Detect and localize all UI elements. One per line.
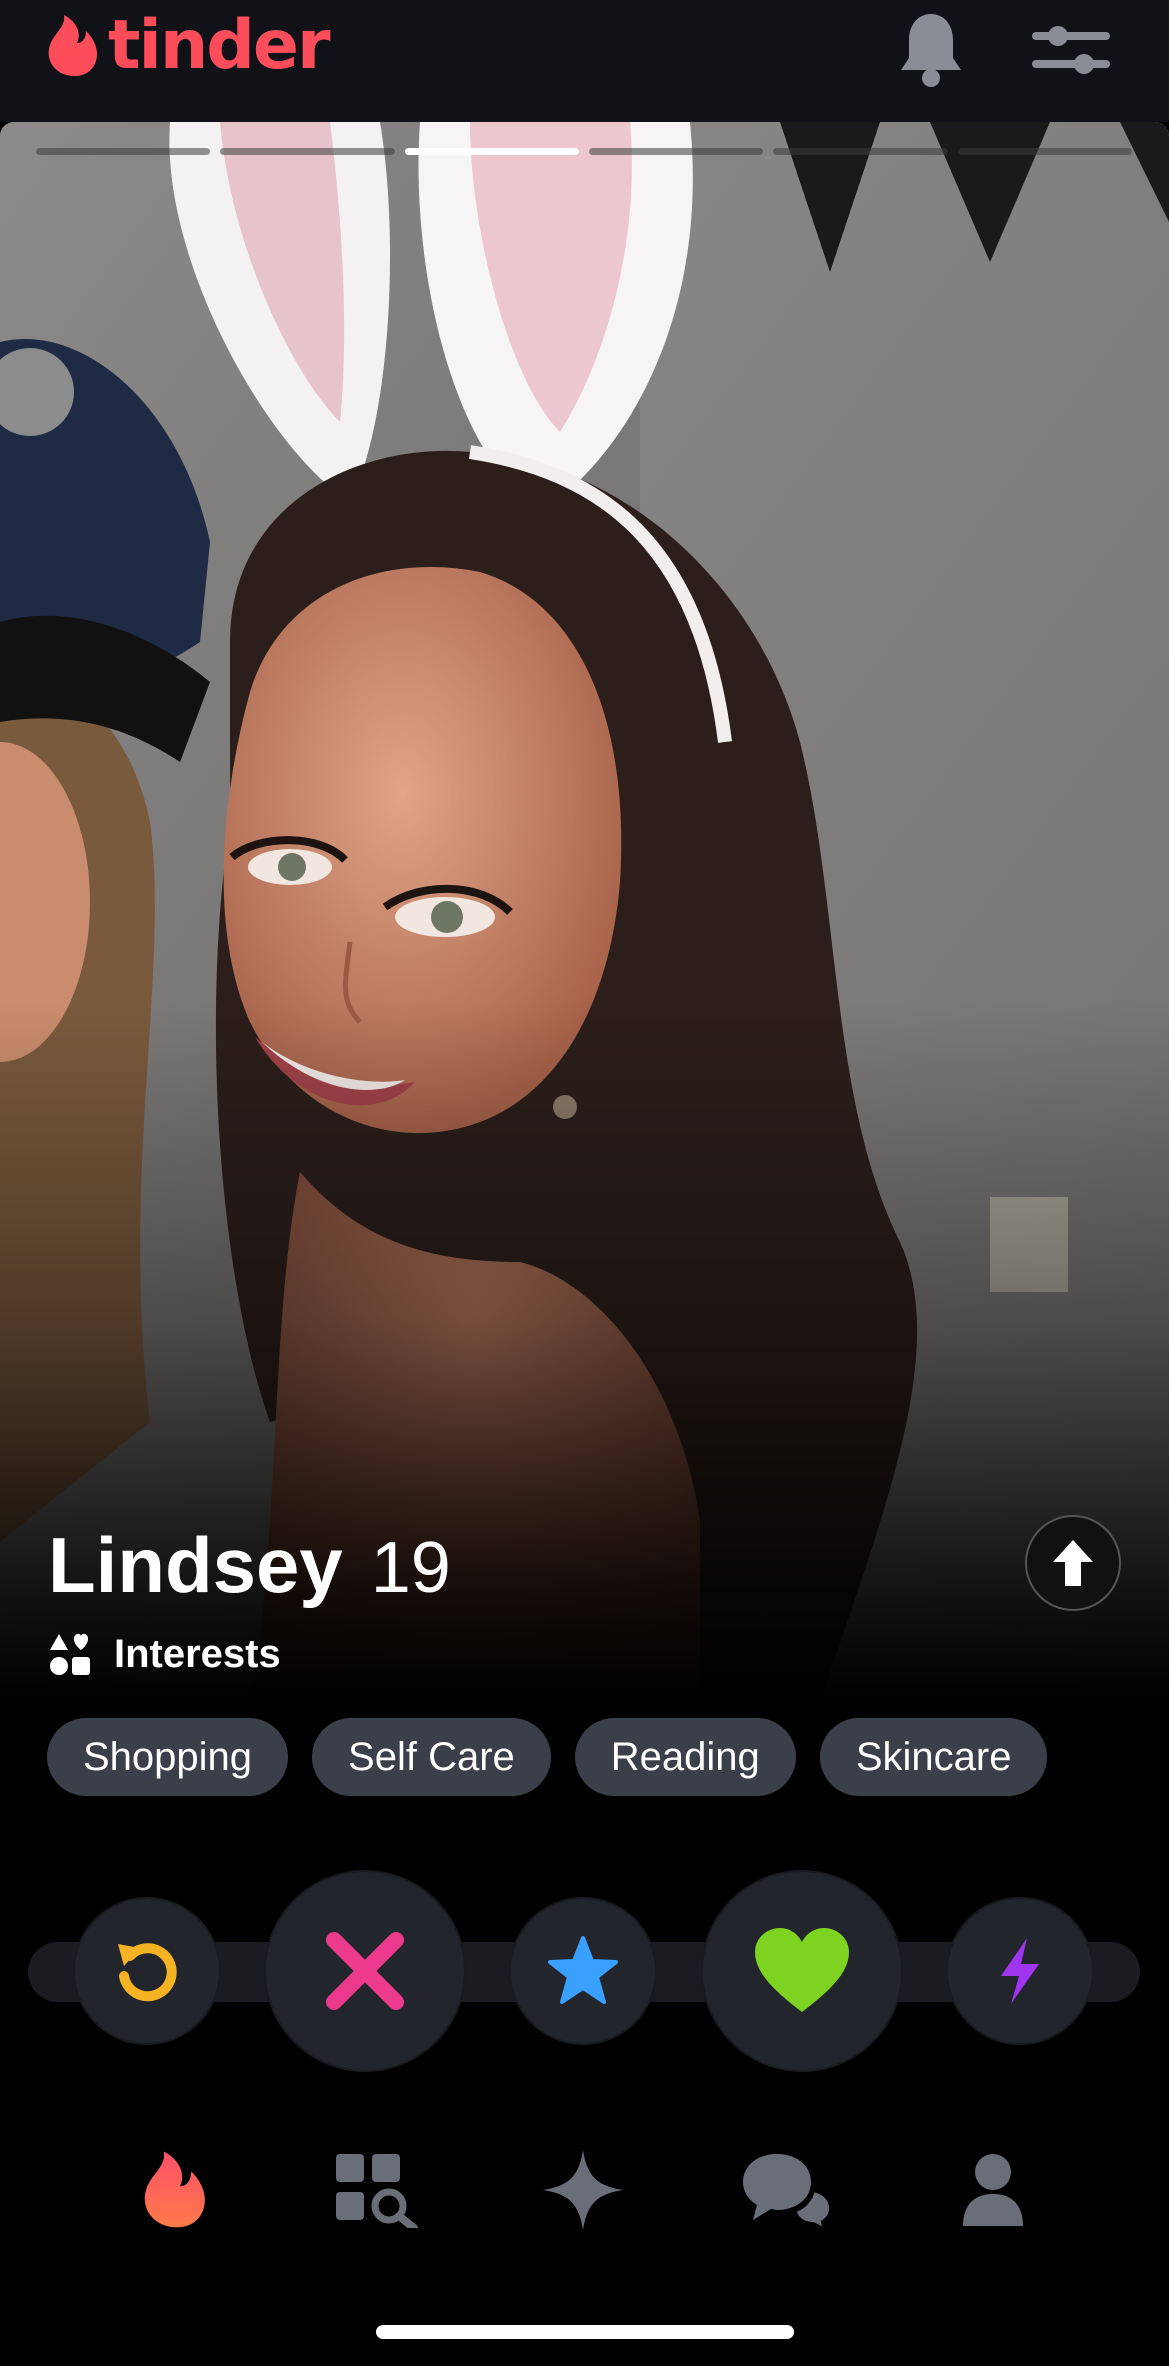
home-indicator[interactable] (376, 2325, 794, 2339)
profile-icon (963, 2154, 1023, 2226)
boost-bolt-icon (1001, 1938, 1039, 2004)
interest-chip-reading[interactable]: Reading (574, 1718, 796, 1796)
nav-tab-messages[interactable] (732, 2120, 842, 2260)
boost-button[interactable] (948, 1899, 1092, 2043)
interest-chip-shopping[interactable]: Shopping (47, 1718, 289, 1796)
filter-sliders-icon[interactable] (1030, 18, 1112, 80)
nope-x-icon (326, 1932, 404, 2010)
profile-age: 19 (370, 1528, 451, 1608)
photo-progress-segment-active[interactable] (404, 148, 579, 155)
interest-chip-skincare[interactable]: Skincare (819, 1718, 1048, 1796)
photo-progress-bar (36, 148, 1132, 156)
sparkle-icon (543, 2150, 623, 2230)
nav-tab-explore[interactable] (323, 2120, 433, 2260)
photo-progress-segment[interactable] (773, 148, 948, 155)
top-bar: tinder (0, 0, 1169, 122)
nav-tab-profile[interactable] (938, 2120, 1048, 2260)
interests-icon (50, 1633, 90, 1675)
bottom-nav (0, 2120, 1169, 2260)
like-button[interactable] (703, 1872, 901, 2070)
profile-card[interactable] (0, 122, 1169, 1702)
explore-grid-icon (336, 2154, 418, 2228)
logo-wordmark: tinder (108, 6, 331, 85)
flame-logo-icon (48, 15, 98, 77)
super-like-star-icon (548, 1936, 618, 2004)
super-like-button[interactable] (511, 1899, 655, 2043)
flame-icon (144, 2151, 205, 2228)
photo-progress-segment[interactable] (36, 148, 211, 155)
arrow-up-icon (1053, 1540, 1093, 1586)
photo-progress-segment[interactable] (220, 148, 395, 155)
profile-name-row: Lindsey 19 (48, 1520, 451, 1611)
nav-tab-swipe[interactable] (120, 2120, 230, 2260)
open-profile-button[interactable] (1025, 1515, 1121, 1611)
interests-label: Interests (114, 1631, 281, 1676)
interests-heading: Interests (46, 1630, 281, 1678)
interest-chip-self-care[interactable]: Self Care (312, 1718, 551, 1796)
photo-progress-segment[interactable] (588, 148, 764, 155)
bell-icon[interactable] (895, 8, 967, 92)
rewind-icon (118, 1943, 177, 2002)
nav-tab-gold[interactable] (528, 2120, 638, 2260)
profile-name: Lindsey (48, 1521, 343, 1609)
nope-button[interactable] (266, 1872, 464, 2070)
tinder-logo[interactable]: tinder (44, 6, 331, 85)
rewind-button[interactable] (75, 1899, 219, 2043)
chat-bubbles-icon (743, 2154, 833, 2230)
interest-chips: Shopping Self Care Reading Skincare (47, 1718, 1048, 1796)
photo-progress-segment[interactable] (957, 148, 1132, 155)
like-heart-icon (755, 1928, 849, 2012)
